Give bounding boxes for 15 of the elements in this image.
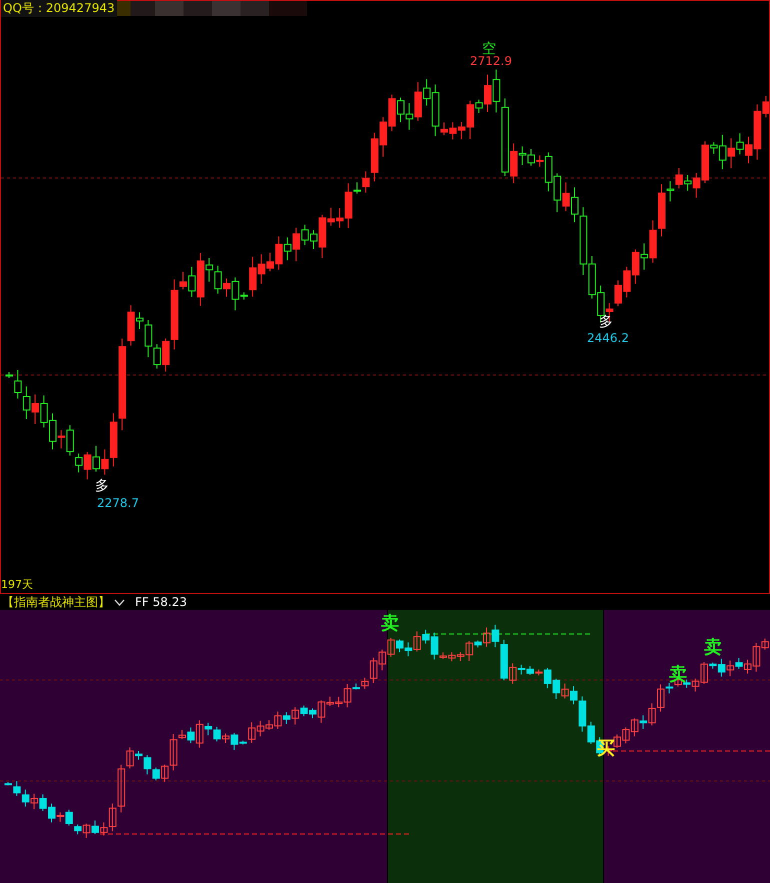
signal-label: 多: [599, 314, 613, 330]
signal-label: 卖: [381, 613, 399, 634]
price-label: 2278.7: [97, 496, 139, 510]
signal-label: 多: [95, 478, 109, 494]
signal-label: 卖: [669, 664, 687, 685]
period-label: 197天: [1, 577, 33, 592]
price-label: 2446.2: [587, 331, 629, 345]
indicator-title[interactable]: 【指南者战神主图】: [2, 594, 110, 610]
price-label: 2712.9: [470, 54, 512, 68]
signal-label: 买: [597, 738, 615, 759]
signal-label: 卖: [704, 637, 722, 658]
chevron-down-icon[interactable]: [114, 598, 125, 606]
indicator-value: FF 58.23: [135, 595, 187, 609]
qq-number-label: QQ号：209427943: [1, 0, 117, 17]
signal-label: 空: [482, 41, 496, 57]
